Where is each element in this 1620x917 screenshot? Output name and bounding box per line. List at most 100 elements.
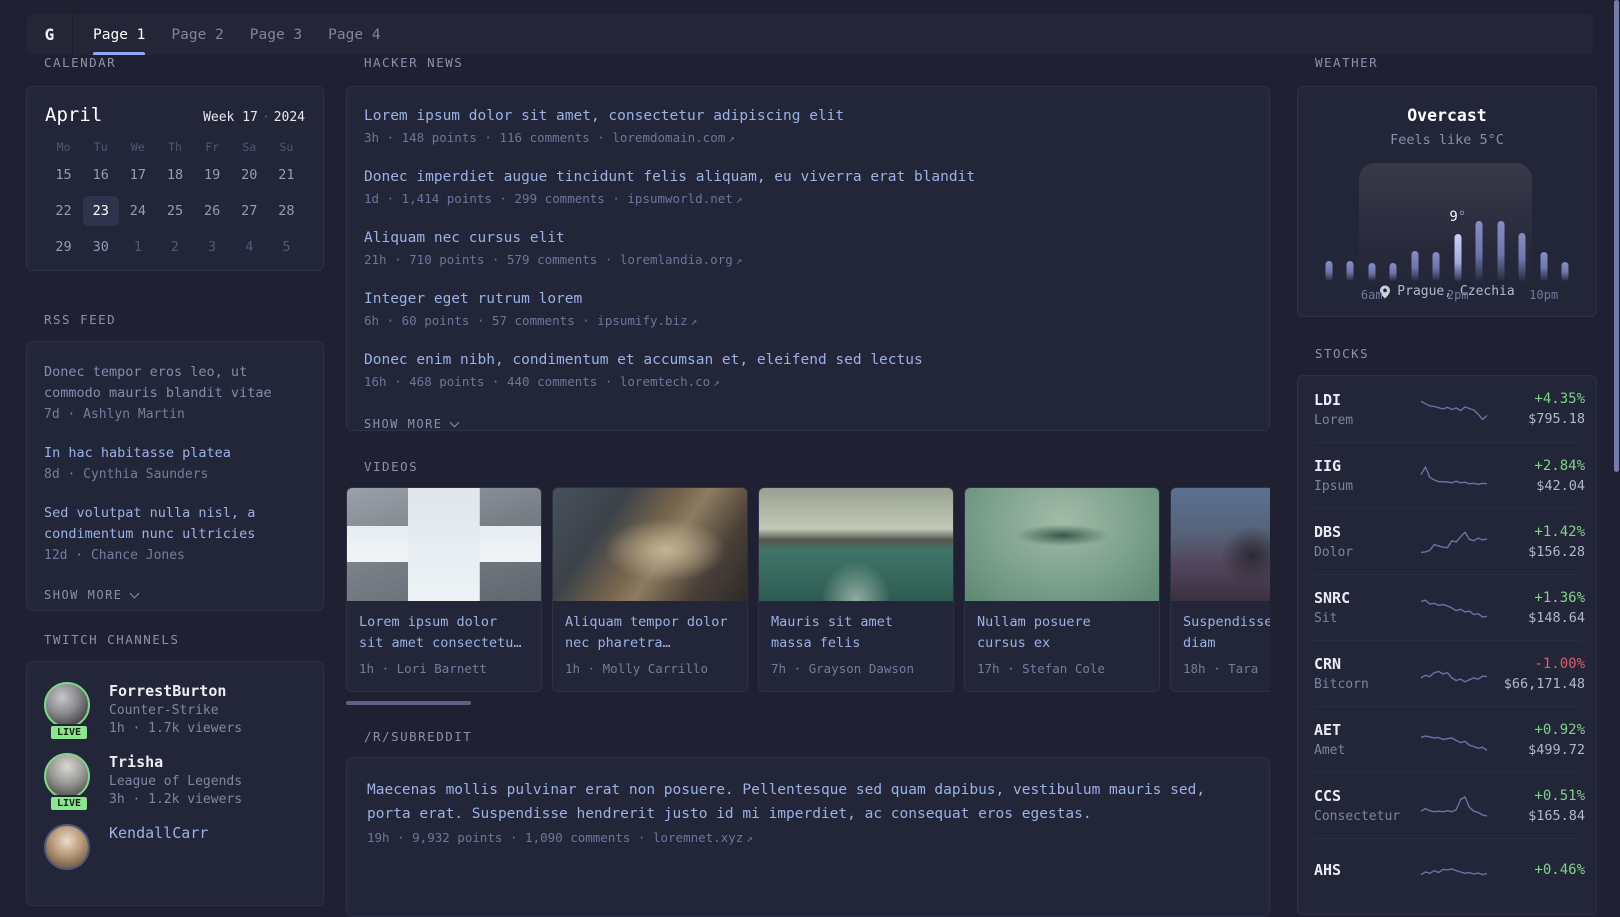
sparkline-chart <box>1420 734 1488 751</box>
hackernews-item-title[interactable]: Aliquam nec cursus elit <box>364 230 1252 246</box>
rss-section-label: RSS FEED <box>44 312 117 327</box>
video-thumbnail <box>965 488 1159 601</box>
video-card-body: Aliquam tempor dolor nec pharetra… 1h · M… <box>553 601 747 691</box>
hackernews-item-title[interactable]: Lorem ipsum dolor sit amet, consectetur … <box>364 108 1252 124</box>
weather-condition: Overcast <box>1407 106 1487 125</box>
stock-sparkline <box>1419 857 1489 887</box>
weather-hour-slot: 9° 2pm <box>1447 191 1469 302</box>
calendar-month: April <box>45 104 103 126</box>
stock-row[interactable]: AHS +0.46% <box>1314 838 1585 904</box>
page-tab[interactable]: Page 1 <box>80 14 158 55</box>
weather-temp-bar <box>1368 263 1376 281</box>
stock-name: Amet <box>1314 743 1346 758</box>
videos-horizontal-scrollbar[interactable] <box>346 701 471 705</box>
video-thumbnail <box>347 488 541 601</box>
show-more-label: SHOW MORE <box>364 417 443 431</box>
weather-hourly-chart: 6am 9° 2pm 10pm <box>1318 163 1577 302</box>
stocks-widget: LDI Lorem +4.35% $795.18 IIG Ipsum +2.84… <box>1297 375 1597 915</box>
separator-dot: · <box>261 110 270 125</box>
hackernews-item-title[interactable]: Donec imperdiet augue tincidunt felis al… <box>364 169 1252 185</box>
stock-change-percent: +4.35% <box>1534 391 1585 407</box>
twitch-channel-game: Counter-Strike <box>109 703 219 718</box>
stock-row[interactable]: DBS Dolor +1.42% $156.28 <box>1314 508 1585 574</box>
sparkline-chart <box>1420 795 1488 817</box>
stock-change-percent: +0.51% <box>1534 787 1585 804</box>
stock-name: Bitcorn <box>1314 677 1369 692</box>
weather-temp-bar <box>1325 261 1333 281</box>
stock-identity: AHS <box>1314 861 1419 883</box>
calendar-day: 20 <box>241 167 258 183</box>
stock-change-percent: -1.00% <box>1534 655 1585 672</box>
stock-identity: CRN Bitcorn <box>1314 655 1419 692</box>
page-tab[interactable]: Page 3 <box>237 14 315 55</box>
hackernews-item-domain[interactable]: ipsumworld.net <box>627 191 732 206</box>
hackernews-widget: Lorem ipsum dolor sit amet, consectetur … <box>346 86 1270 431</box>
hackernews-item-title[interactable]: Integer eget rutrum lorem <box>364 291 1252 307</box>
page-vertical-scrollbar[interactable] <box>1614 0 1619 472</box>
rss-item-title[interactable]: In hac habitasse platea <box>44 443 306 464</box>
twitch-channel-name: ForrestBurton <box>109 682 227 700</box>
stock-identity: IIG Ipsum <box>1314 457 1419 494</box>
stock-sparkline <box>1419 527 1489 557</box>
stock-price: $148.64 <box>1528 609 1585 626</box>
weather-hour-slot <box>1555 191 1577 281</box>
twitch-channel-name: Trisha <box>109 753 164 771</box>
twitch-channel-row[interactable]: KendallCarr <box>44 824 306 870</box>
calendar-weekday: Mo <box>56 140 71 154</box>
twitch-channel-row[interactable]: LIVE Trisha League of Legends 3h · 1.2k … <box>44 753 306 812</box>
hackernews-item-stats: 16h · 468 points · 440 comments · <box>364 374 620 389</box>
weather-hour-label: 10pm <box>1529 288 1559 302</box>
page-tab[interactable]: Page 2 <box>158 14 236 55</box>
calendar-weekday: We <box>130 140 145 154</box>
external-link-icon: ↗ <box>690 315 698 328</box>
page-tab[interactable]: Page 4 <box>315 14 393 55</box>
video-thumbnail <box>759 488 953 601</box>
external-link-icon: ↗ <box>735 193 743 206</box>
subreddit-post-title[interactable]: Maecenas mollis pulvinar erat non posuer… <box>367 778 1249 826</box>
stock-row[interactable]: AET Amet +0.92% $499.72 <box>1314 706 1585 772</box>
hackernews-item-domain[interactable]: loremtech.co <box>620 374 710 389</box>
rss-item-title[interactable]: Sed volutpat nulla nisl, a condimentum n… <box>44 503 306 545</box>
chevron-down-icon <box>129 588 139 599</box>
video-card[interactable]: Aliquam tempor dolor nec pharetra… 1h · M… <box>552 487 748 692</box>
hackernews-item-domain[interactable]: loremlandia.org <box>620 252 733 267</box>
twitch-channel-viewers: 3h · 1.2k viewers <box>109 792 243 807</box>
rss-feed-item: Donec tempor eros leo, ut commodo mauris… <box>44 362 306 422</box>
twitch-channel-row[interactable]: LIVE ForrestBurton Counter-Strike 1h · 1… <box>44 682 306 741</box>
live-badge: LIVE <box>48 795 90 812</box>
stock-identity: DBS Dolor <box>1314 523 1419 560</box>
calendar-weekday: Sa <box>242 140 257 154</box>
calendar-day: 1 <box>133 239 142 255</box>
video-card[interactable]: Nullam posuere cursus ex 17h · Stefan Col… <box>964 487 1160 692</box>
calendar-date-row: 29 30 1 2 3 4 5 <box>45 232 305 262</box>
calendar-day: 5 <box>282 239 291 255</box>
twitch-widget: LIVE ForrestBurton Counter-Strike 1h · 1… <box>26 661 324 906</box>
hackernews-item-domain[interactable]: ipsumify.biz <box>597 313 687 328</box>
subreddit-post-domain[interactable]: loremnet.xyz <box>653 830 743 845</box>
weather-hour-slot: 6am <box>1361 191 1383 302</box>
stock-row[interactable]: CCS Consectetur +0.51% $165.84 <box>1314 772 1585 838</box>
page-tab-label: Page 3 <box>249 26 303 43</box>
video-card[interactable]: Lorem ipsum dolor sit amet consectetu… 1h… <box>346 487 542 692</box>
rss-item-meta: 7d · Ashlyn Martin <box>44 407 185 422</box>
stock-row[interactable]: SNRC Sit +1.36% $148.64 <box>1314 574 1585 640</box>
chevron-down-icon <box>449 417 459 428</box>
stock-row[interactable]: IIG Ipsum +2.84% $42.04 <box>1314 442 1585 508</box>
video-meta: 18h · Tara <box>1183 661 1259 676</box>
rss-item-title[interactable]: Donec tempor eros leo, ut commodo mauris… <box>44 362 306 404</box>
video-meta: 1h · Molly Carrillo <box>565 661 708 676</box>
stock-row[interactable]: CRN Bitcorn -1.00% $66,171.48 <box>1314 640 1585 706</box>
rss-show-more-button[interactable]: SHOW MORE <box>44 588 139 602</box>
app-logo: G <box>27 14 73 55</box>
stock-row[interactable]: LDI Lorem +4.35% $795.18 <box>1314 376 1585 442</box>
video-card[interactable]: Suspendisse diam 18h · Tara <box>1170 487 1270 692</box>
stock-change-percent: +0.92% <box>1534 721 1585 738</box>
video-card[interactable]: Mauris sit amet massa felis 7h · Grayson … <box>758 487 954 692</box>
calendar-date-row: 15 16 17 18 19 20 21 <box>45 160 305 190</box>
stock-values: +4.35% $795.18 <box>1489 391 1585 427</box>
calendar-day: 29 <box>55 239 72 255</box>
hackernews-item-domain[interactable]: loremdomain.com <box>612 130 725 145</box>
stock-identity: CCS Consectetur <box>1314 787 1419 824</box>
hackernews-show-more-button[interactable]: SHOW MORE <box>364 417 459 431</box>
hackernews-item-title[interactable]: Donec enim nibh, condimentum et accumsan… <box>364 352 1252 368</box>
